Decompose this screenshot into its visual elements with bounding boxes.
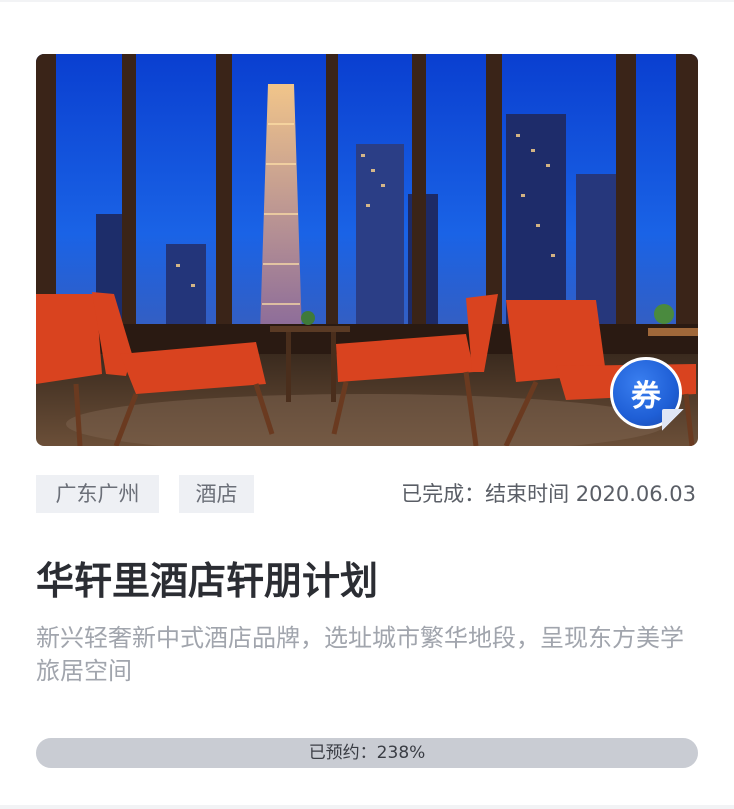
card-description: 新兴轻奢新中式酒店品牌，选址城市繁华地段，呈现东方美学旅居空间 [36,624,684,685]
project-card[interactable]: 券 广东广州 酒店 已完成：结束时间 2020.06.03 华轩里酒店轩朋计划 … [0,2,734,805]
coupon-badge: 券 [610,357,684,431]
progress-label: 已预约：238% [308,743,426,763]
tag-category: 酒店 [179,475,254,513]
hero-image: 券 [36,54,698,446]
page-curl-decoration [662,409,684,431]
card-title: 华轩里酒店轩朋计划 [36,559,379,603]
status-text: 已完成：结束时间 2020.06.03 [401,482,696,506]
reservation-progress-bar: 已预约：238% [36,738,698,768]
tag-region: 广东广州 [36,475,159,513]
